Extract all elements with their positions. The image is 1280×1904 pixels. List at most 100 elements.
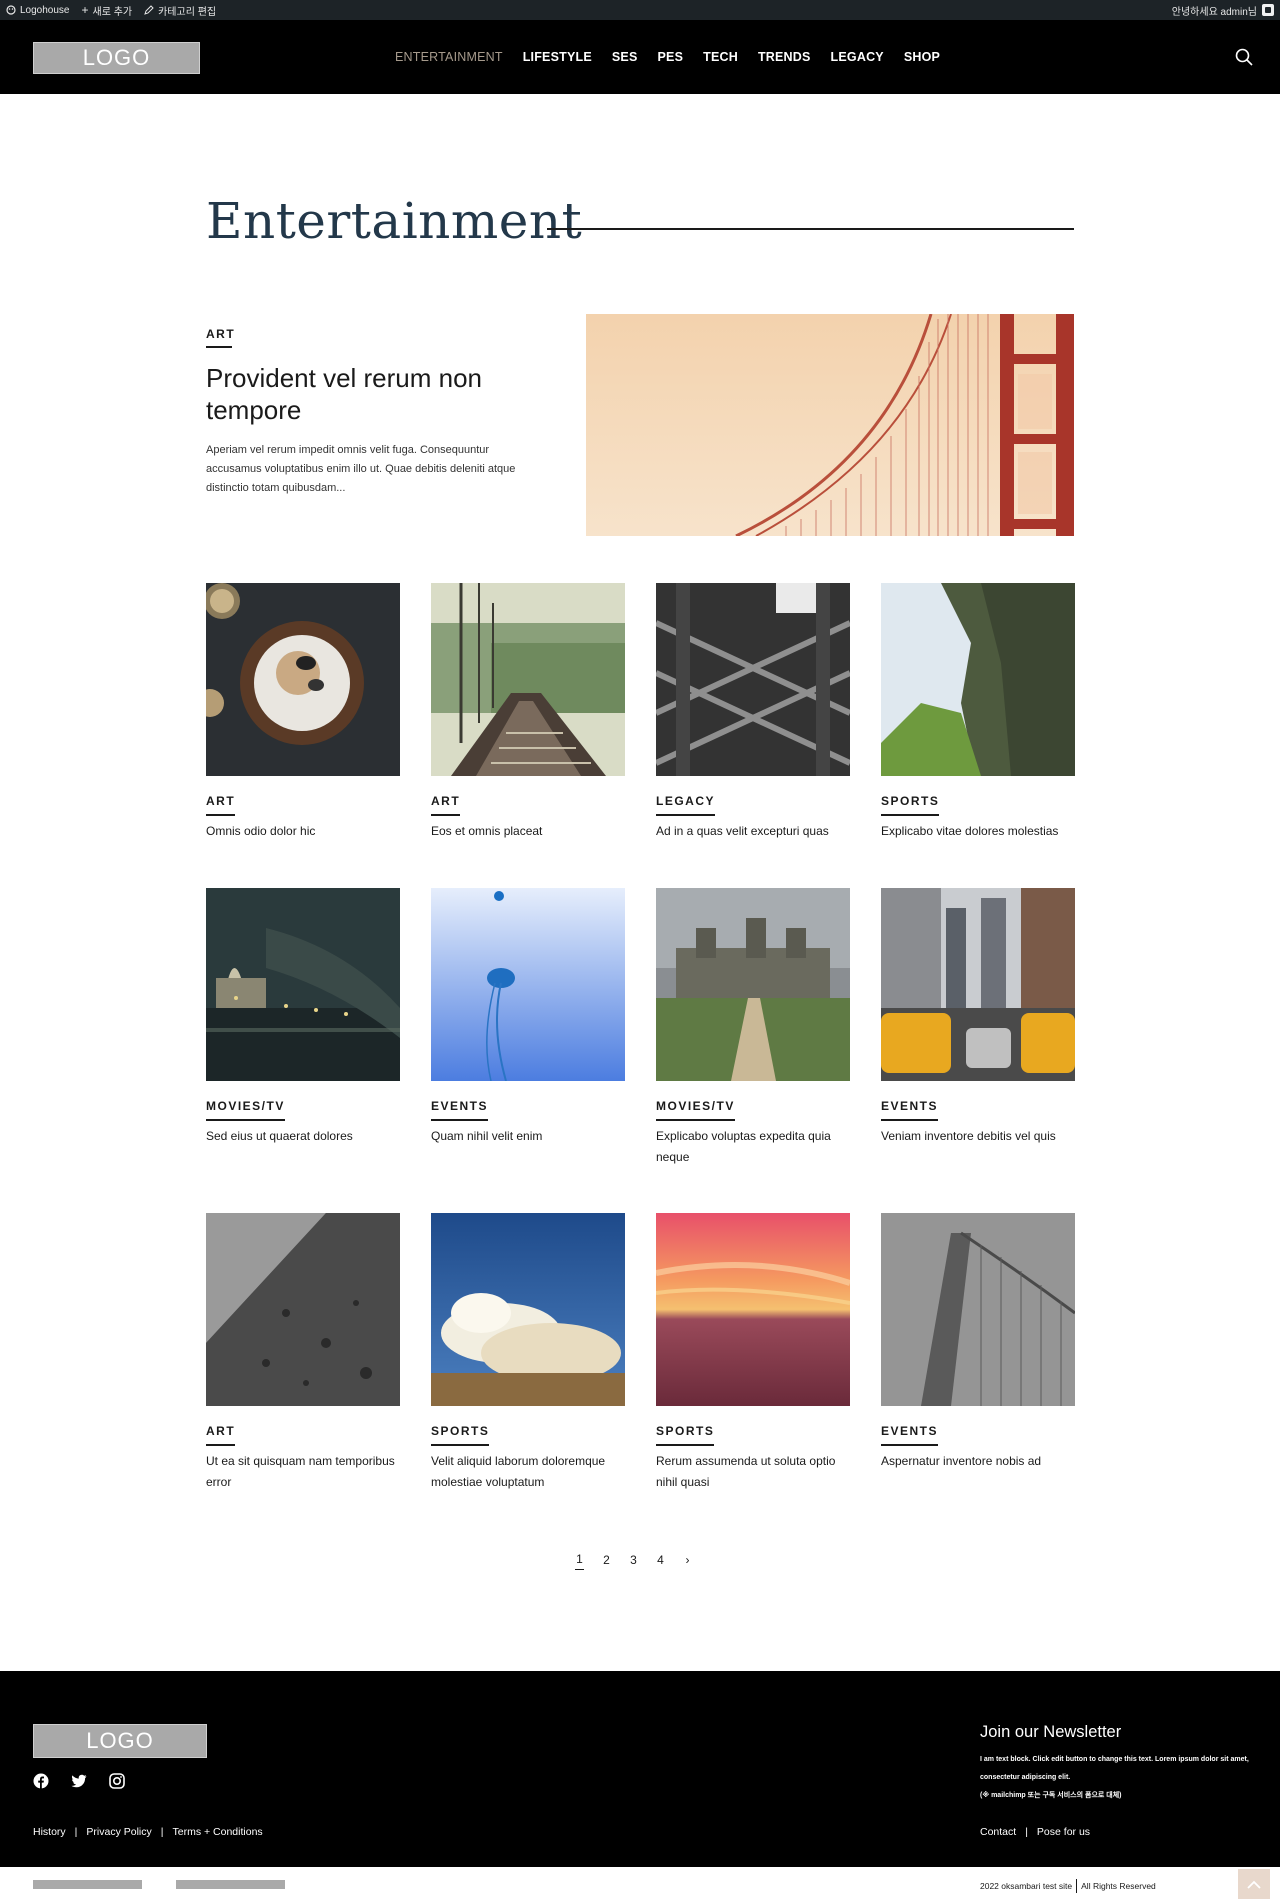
site-footer: LOGO History | Privacy Policy | Terms + …: [0, 1671, 1280, 1867]
admin-account[interactable]: 안녕하세요 admin님: [1172, 0, 1274, 20]
nav-item-tech[interactable]: TECH: [703, 50, 738, 64]
post-title[interactable]: Explicabo vitae dolores molestias: [881, 821, 1075, 842]
post-category[interactable]: SPORTS: [881, 794, 940, 816]
featured-category-underline: [206, 346, 232, 348]
bottom-bar: 2022 oksambari test site All Rights Rese…: [0, 1867, 1280, 1904]
post-title[interactable]: Sed eius ut quaerat dolores: [206, 1126, 400, 1147]
footer-links-right: Contact | Pose for us: [980, 1826, 1090, 1838]
post-card: ART Ut ea sit quisquam nam temporibus er…: [206, 1213, 400, 1493]
post-title[interactable]: Veniam inventore debitis vel quis: [881, 1126, 1075, 1147]
post-card: ART Eos et omnis placeat: [431, 583, 625, 842]
footer-separator: |: [74, 1826, 78, 1838]
newsletter-note: (※ mailchimp 또는 구독 서비스의 폼으로 대체): [980, 1792, 1122, 1799]
post-thumbnail[interactable]: [206, 888, 400, 1081]
post-thumbnail[interactable]: [206, 1213, 400, 1406]
post-category[interactable]: ART: [206, 794, 236, 816]
post-title[interactable]: Rerum assumenda ut soluta optio nihil qu…: [656, 1451, 850, 1493]
copyright-text: 2022 oksambari test site: [980, 1881, 1073, 1891]
footer-link-history[interactable]: History: [33, 1826, 66, 1838]
admin-edit-label: 카테고리 편집: [158, 6, 217, 18]
post-title[interactable]: Ut ea sit quisquam nam temporibus error: [206, 1451, 400, 1493]
post-category[interactable]: EVENTS: [431, 1099, 489, 1121]
post-card: MOVIES/TV Explicabo voluptas expedita qu…: [656, 888, 850, 1168]
post-thumbnail[interactable]: [656, 1213, 850, 1406]
post-card: ART Omnis odio dolor hic: [206, 583, 400, 842]
nav-item-pes[interactable]: PES: [658, 50, 684, 64]
plus-icon: +: [81, 3, 89, 17]
post-title[interactable]: Eos et omnis placeat: [431, 821, 625, 842]
post-category[interactable]: ART: [431, 794, 461, 816]
search-icon[interactable]: [1235, 48, 1253, 66]
post-thumbnail[interactable]: [431, 583, 625, 776]
post-category[interactable]: SPORTS: [431, 1424, 490, 1446]
nav-item-entertainment[interactable]: ENTERTAINMENT: [395, 50, 503, 64]
post-category[interactable]: MOVIES/TV: [656, 1099, 735, 1121]
post-category[interactable]: MOVIES/TV: [206, 1099, 285, 1121]
newsletter-title: Join our Newsletter: [980, 1723, 1122, 1741]
page-link-1[interactable]: 1: [575, 1552, 584, 1570]
post-thumbnail[interactable]: [656, 888, 850, 1081]
admin-edit-link[interactable]: 카테고리 편집: [144, 3, 216, 18]
admin-bar: Logohouse + 새로 추가 카테고리 편집 안녕하세요 admin님: [0, 0, 1280, 20]
post-title[interactable]: Quam nihil velit enim: [431, 1126, 625, 1147]
post-thumbnail[interactable]: [431, 1213, 625, 1406]
chevron-up-icon: [1247, 1880, 1261, 1889]
post-category[interactable]: EVENTS: [881, 1424, 939, 1446]
post-title[interactable]: Explicabo voluptas expedita quia neque: [656, 1126, 850, 1168]
page-link-2[interactable]: 2: [602, 1553, 611, 1570]
nav-item-shop[interactable]: SHOP: [904, 50, 940, 64]
admin-site-link[interactable]: Logohouse: [6, 5, 70, 16]
nav-item-trends[interactable]: TRENDS: [758, 50, 811, 64]
post-thumbnail[interactable]: [881, 1213, 1075, 1406]
twitter-icon[interactable]: [71, 1773, 87, 1789]
newsletter-text: I am text block. Click edit button to ch…: [980, 1751, 1250, 1805]
post-thumbnail[interactable]: [881, 583, 1075, 776]
post-category[interactable]: LEGACY: [656, 794, 716, 816]
nav-item-lifestyle[interactable]: LIFESTYLE: [523, 50, 592, 64]
footer-link-privacy[interactable]: Privacy Policy: [86, 1826, 151, 1838]
post-card: MOVIES/TV Sed eius ut quaerat dolores: [206, 888, 400, 1147]
post-title[interactable]: Ad in a quas velit excepturi quas: [656, 821, 850, 842]
instagram-icon[interactable]: [109, 1773, 125, 1789]
post-title[interactable]: Omnis odio dolor hic: [206, 821, 400, 842]
post-thumbnail[interactable]: [206, 583, 400, 776]
site-logo[interactable]: LOGO: [33, 42, 200, 74]
newsletter-description: I am text block. Click edit button to ch…: [980, 1756, 1249, 1781]
post-thumbnail[interactable]: [881, 888, 1075, 1081]
post-title[interactable]: Aspernatur inventore nobis ad: [881, 1451, 1075, 1472]
post-card: EVENTS Veniam inventore debitis vel quis: [881, 888, 1075, 1147]
partner-logo[interactable]: [33, 1880, 142, 1889]
footer-link-pose[interactable]: Pose for us: [1037, 1826, 1090, 1838]
footer-link-terms[interactable]: Terms + Conditions: [173, 1826, 263, 1838]
partner-logo[interactable]: [176, 1880, 285, 1889]
post-card: SPORTS Velit aliquid laborum doloremque …: [431, 1213, 625, 1493]
footer-logo[interactable]: LOGO: [33, 1724, 207, 1758]
copyright: 2022 oksambari test site All Rights Rese…: [980, 1879, 1156, 1893]
admin-new-label: 새로 추가: [92, 6, 133, 18]
pagination: 1 2 3 4 ›: [575, 1552, 692, 1570]
scroll-to-top-button[interactable]: [1238, 1869, 1270, 1899]
post-category[interactable]: EVENTS: [881, 1099, 939, 1121]
featured-excerpt: Aperiam vel rerum impedit omnis velit fu…: [206, 444, 516, 494]
page-link-4[interactable]: 4: [656, 1553, 665, 1570]
post-card: EVENTS Aspernatur inventore nobis ad: [881, 1213, 1075, 1472]
featured-category[interactable]: ART: [206, 327, 235, 341]
nav-item-ses[interactable]: SES: [612, 50, 638, 64]
featured-title[interactable]: Provident vel rerum non tempore: [206, 362, 546, 426]
footer-link-contact[interactable]: Contact: [980, 1826, 1016, 1838]
post-thumbnail[interactable]: [656, 583, 850, 776]
palette-icon: [6, 5, 16, 15]
nav-item-legacy[interactable]: LEGACY: [831, 50, 884, 64]
footer-separator: |: [1025, 1826, 1028, 1838]
admin-site-name: Logohouse: [20, 4, 70, 16]
post-title[interactable]: Velit aliquid laborum doloremque molesti…: [431, 1451, 625, 1493]
page-link-3[interactable]: 3: [629, 1553, 638, 1570]
next-page-button[interactable]: ›: [683, 1553, 692, 1570]
rights-text: All Rights Reserved: [1081, 1881, 1156, 1891]
admin-new-link[interactable]: + 새로 추가: [82, 3, 133, 18]
facebook-icon[interactable]: [33, 1773, 49, 1789]
post-thumbnail[interactable]: [431, 888, 625, 1081]
post-category[interactable]: ART: [206, 1424, 236, 1446]
post-category[interactable]: SPORTS: [656, 1424, 715, 1446]
featured-image[interactable]: [586, 314, 1074, 536]
